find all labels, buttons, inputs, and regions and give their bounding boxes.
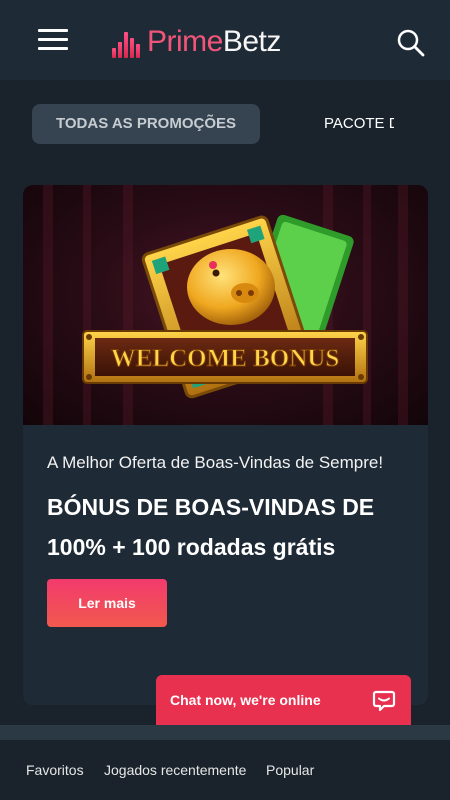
tab-todas-as-promocoes[interactable]: TODAS AS PROMOÇÕES: [32, 104, 260, 144]
logo-text: PrimeBetz: [147, 26, 281, 58]
chat-bubble-icon: [372, 689, 396, 713]
promo-category-tabs: TODAS AS PROMOÇÕES PACOTE DE: [0, 104, 450, 146]
primebetz-logo[interactable]: PrimeBetz: [112, 24, 281, 58]
search-icon[interactable]: [396, 28, 426, 58]
live-chat-widget[interactable]: Chat now, we're online: [156, 675, 411, 727]
top-bar: PrimeBetz: [0, 0, 450, 80]
hamburger-menu-icon[interactable]: [38, 29, 68, 51]
chat-label: Chat now, we're online: [170, 692, 321, 708]
footer-link-jogados-recentemente[interactable]: Jogados recentemente: [104, 762, 246, 778]
promo-card: WELCOME BONUS A Melhor Oferta de Boas-Vi…: [23, 185, 428, 705]
footer-link-popular[interactable]: Popular: [266, 762, 314, 778]
promo-subtitle: A Melhor Oferta de Boas-Vindas de Sempre…: [47, 453, 384, 472]
logo-text-prime: Prime: [147, 25, 223, 58]
logo-text-betz: Betz: [222, 25, 282, 58]
tab-pacote[interactable]: PACOTE DE: [324, 104, 394, 144]
logo-bars-icon: [112, 30, 142, 58]
ler-mais-button[interactable]: Ler mais: [47, 579, 167, 627]
footer-link-favoritos[interactable]: Favoritos: [26, 762, 84, 778]
banner-welcome-bonus-text: WELCOME BONUS: [111, 345, 340, 372]
welcome-bonus-banner: WELCOME BONUS: [23, 185, 428, 425]
footer-divider: [0, 725, 450, 740]
promo-title: BÓNUS DE BOAS-VINDAS DE 100% + 100 rodad…: [47, 494, 375, 560]
bottom-nav: Favoritos Jogados recentemente Popular: [0, 740, 450, 800]
